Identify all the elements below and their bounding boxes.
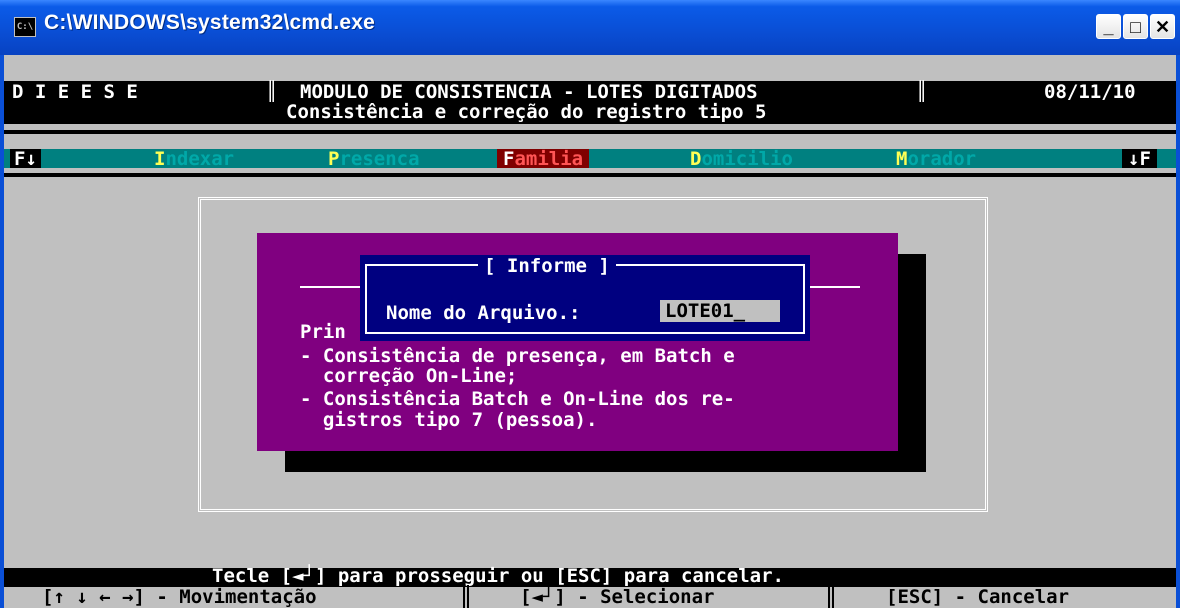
- menu-label: orador: [907, 148, 977, 170]
- panel-text-line: - Consistência Batch e On-Line dos re-: [300, 388, 735, 410]
- minimize-button[interactable]: _: [1096, 14, 1121, 39]
- shortcut-separator: [463, 585, 469, 608]
- menu-item-indexar[interactable]: Indexar: [154, 148, 235, 170]
- shortcut-move: [↑ ↓ ← →] - Movimentação: [42, 586, 317, 608]
- window-title: C:\WINDOWS\system32\cmd.exe: [44, 11, 376, 34]
- prompt-bar: Tecle [◄┘] para prosseguir ou [ESC] para…: [4, 565, 1176, 587]
- menu-bottom-divider: [4, 173, 1176, 177]
- subtitle-bar: Consistência e correção do registro tipo…: [4, 102, 1176, 124]
- header-bar: D I E E S E ║ MODULO DE CONSISTENCIA - L…: [4, 81, 1176, 103]
- shortcut-separator: [828, 585, 834, 608]
- org-name: D I E E S E: [12, 81, 138, 103]
- shortcut-bar: [↑ ↓ ← →] - Movimentação [◄┘] - Selecion…: [4, 587, 1176, 608]
- cmd-app-icon[interactable]: C:\: [14, 17, 36, 37]
- filename-input[interactable]: LOTE01_: [660, 300, 780, 322]
- dialog-title: [ Informe ]: [478, 255, 616, 277]
- menu-item-morador[interactable]: Morador: [896, 148, 977, 170]
- menu-hotkey: M: [896, 148, 908, 170]
- menu-item-domicilio[interactable]: Domicilio: [690, 148, 793, 170]
- prompt-text: Tecle [◄┘] para prosseguir ou [ESC] para…: [212, 565, 784, 587]
- shortcut-select: [◄┘] - Selecionar: [520, 586, 715, 608]
- menu-hotkey: I: [154, 148, 166, 170]
- header-divider-left: ║: [266, 81, 278, 103]
- panel-text-line: gistros tipo 7 (pessoa).: [300, 409, 598, 431]
- menu-hotkey: F: [503, 148, 515, 170]
- maximize-button[interactable]: □: [1123, 14, 1148, 39]
- close-button[interactable]: ✕: [1150, 14, 1175, 39]
- panel-text-line: - Consistência de presença, em Batch e: [300, 345, 735, 367]
- minimize-icon: _: [1103, 17, 1114, 37]
- menu-label: ndexar: [165, 148, 235, 170]
- shortcut-cancel: [ESC] - Cancelar: [886, 586, 1070, 608]
- close-icon: ✕: [1154, 17, 1171, 37]
- filename-value: LOTE01: [665, 300, 734, 322]
- menu-item-familia[interactable]: Familia: [497, 148, 590, 170]
- menu-left-marker: F↓: [10, 149, 41, 169]
- window-title-bar[interactable]: C:\ C:\WINDOWS\system32\cmd.exe _ □ ✕: [0, 0, 1180, 55]
- panel-text-line: correção On-Line;: [300, 365, 518, 387]
- header-divider-right: ║: [916, 81, 928, 103]
- menu-top-divider: [4, 130, 1176, 134]
- module-title: MODULO DE CONSISTENCIA - LOTES DIGITADOS: [300, 81, 758, 103]
- panel-text-line: Prin: [300, 321, 346, 343]
- menu-hotkey: P: [328, 148, 340, 170]
- menu-bar: F↓ Indexar Presenca Familia Domicilio Mo…: [4, 148, 1176, 170]
- menu-right-marker: ↓F: [1122, 149, 1157, 169]
- menu-label: resenca: [339, 148, 420, 170]
- screen-subtitle: Consistência e correção do registro tipo…: [286, 101, 767, 123]
- menu-label: omicilio: [701, 148, 793, 170]
- filename-label: Nome do Arquivo.:: [386, 302, 581, 324]
- menu-label: amilia: [514, 148, 584, 170]
- header-date: 08/11/10: [1044, 81, 1136, 103]
- menu-item-presenca[interactable]: Presenca: [328, 148, 420, 170]
- text-cursor: _: [733, 300, 746, 322]
- menu-hotkey: D: [690, 148, 702, 170]
- maximize-icon: □: [1130, 17, 1141, 37]
